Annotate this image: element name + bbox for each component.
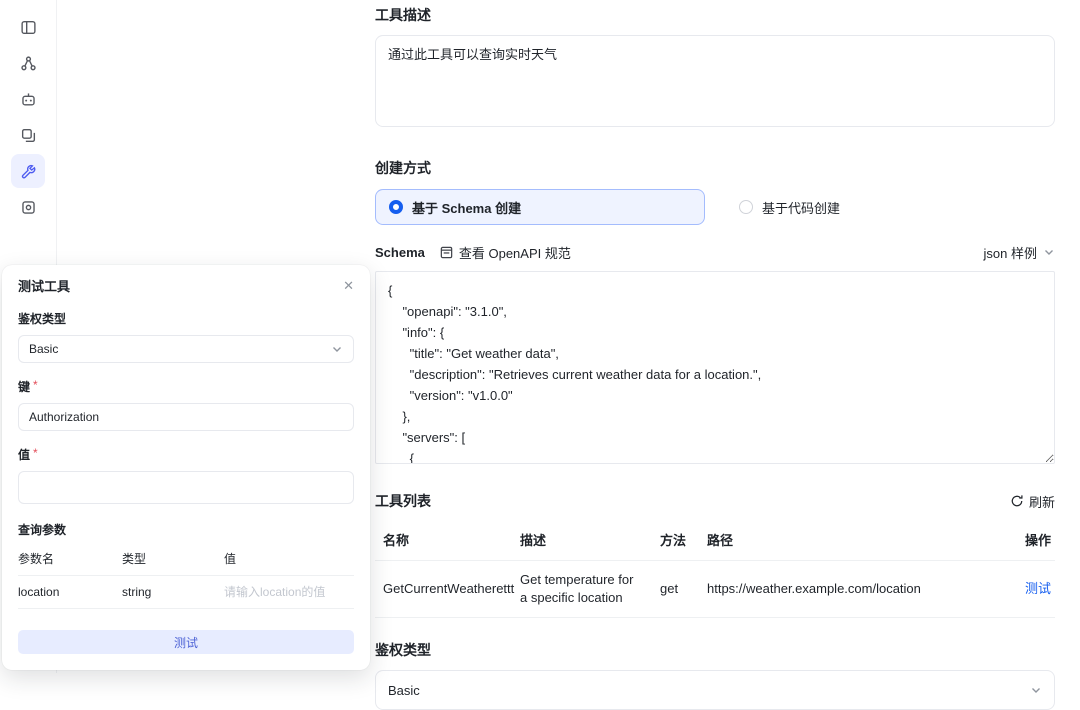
tool-name: GetCurrentWeatherettt [375, 561, 520, 618]
radio-code-label: 基于代码创建 [762, 198, 840, 217]
agent-icon[interactable] [11, 82, 45, 116]
param-type: string [122, 576, 224, 609]
view-openapi-spec-label: 查看 OpenAPI 规范 [459, 243, 571, 262]
schema-code-input[interactable]: { "openapi": "3.1.0", "info": { "title":… [375, 271, 1055, 464]
radio-selected-icon [389, 200, 403, 214]
key-input[interactable] [18, 403, 354, 431]
refresh-icon [1010, 494, 1024, 508]
param-col-type: 类型 [122, 542, 224, 576]
dialog-auth-label: 鉴权类型 [18, 310, 354, 327]
tool-list-header: 工具列表 刷新 [375, 491, 1055, 511]
collapse-sidebar-icon[interactable] [11, 10, 45, 44]
auth-type-label: 鉴权类型 [375, 640, 1055, 660]
json-sample-label: json 样例 [984, 243, 1037, 262]
schema-label: Schema [375, 245, 425, 260]
chevron-down-icon [1030, 684, 1042, 696]
schema-toolbar: Schema 查看 OpenAPI 规范 json 样例 [375, 233, 1055, 271]
param-col-name: 参数名 [18, 542, 122, 576]
col-method: 方法 [660, 521, 707, 561]
auth-type-value: Basic [388, 683, 420, 698]
document-icon [439, 245, 454, 260]
test-submit-button[interactable]: 测试 [18, 630, 354, 654]
close-icon[interactable]: ✕ [343, 279, 354, 292]
tool-list-title: 工具列表 [375, 491, 431, 511]
tool-description-label: 工具描述 [375, 5, 1055, 25]
plugin-icon[interactable] [11, 190, 45, 224]
col-path: 路径 [707, 521, 985, 561]
tool-desc: Get temperature for a specific location [520, 561, 660, 618]
key-label: 键* [18, 378, 354, 395]
col-name: 名称 [375, 521, 520, 561]
radio-code-create[interactable]: 基于代码创建 [725, 189, 1055, 225]
query-params-title: 查询参数 [18, 521, 354, 538]
json-sample-select[interactable]: json 样例 [984, 243, 1055, 262]
tool-path: https://weather.example.com/location [707, 561, 985, 618]
workflow-icon[interactable] [11, 46, 45, 80]
creation-method-label: 创建方式 [375, 158, 1055, 178]
tool-edit-panel: 工具描述 通过此工具可以查询实时天气 创建方式 基于 Schema 创建 基于代… [375, 0, 1055, 710]
radio-schema-create[interactable]: 基于 Schema 创建 [375, 189, 705, 225]
chevron-down-icon [1043, 246, 1055, 258]
tool-method: get [660, 561, 707, 618]
value-label: 值* [18, 446, 354, 463]
col-desc: 描述 [520, 521, 660, 561]
dialog-header: 测试工具 ✕ [18, 276, 354, 295]
param-name: location [18, 576, 122, 609]
refresh-button[interactable]: 刷新 [1010, 492, 1055, 511]
test-tool-dialog: 测试工具 ✕ 鉴权类型 Basic 键* 值* 查询参数 参数名 类型 值 lo… [2, 265, 370, 670]
radio-unselected-icon [739, 200, 753, 214]
param-row: location string [18, 576, 354, 609]
dialog-title: 测试工具 [18, 276, 70, 295]
query-params-table: 参数名 类型 值 location string [18, 542, 354, 609]
dialog-auth-value: Basic [29, 342, 58, 356]
col-action: 操作 [985, 521, 1055, 561]
knowledge-icon[interactable] [11, 118, 45, 152]
refresh-label: 刷新 [1029, 492, 1055, 511]
auth-type-select[interactable]: Basic [375, 670, 1055, 710]
radio-schema-label: 基于 Schema 创建 [412, 198, 521, 217]
creation-method-options: 基于 Schema 创建 基于代码创建 [375, 189, 1055, 225]
value-input[interactable] [18, 471, 354, 504]
dialog-auth-select[interactable]: Basic [18, 335, 354, 363]
tool-description-input[interactable]: 通过此工具可以查询实时天气 [375, 35, 1055, 127]
view-openapi-spec-link[interactable]: 查看 OpenAPI 规范 [439, 243, 571, 262]
table-row: GetCurrentWeatherettt Get temperature fo… [375, 561, 1055, 618]
tool-table-header-row: 名称 描述 方法 路径 操作 [375, 521, 1055, 561]
chevron-down-icon [331, 343, 343, 355]
tools-icon[interactable] [11, 154, 45, 188]
param-value-input[interactable] [224, 585, 354, 599]
tool-list-table: 名称 描述 方法 路径 操作 GetCurrentWeatherettt Get… [375, 521, 1055, 618]
param-col-value: 值 [224, 542, 354, 576]
param-header-row: 参数名 类型 值 [18, 542, 354, 576]
test-tool-link[interactable]: 测试 [1025, 581, 1051, 596]
